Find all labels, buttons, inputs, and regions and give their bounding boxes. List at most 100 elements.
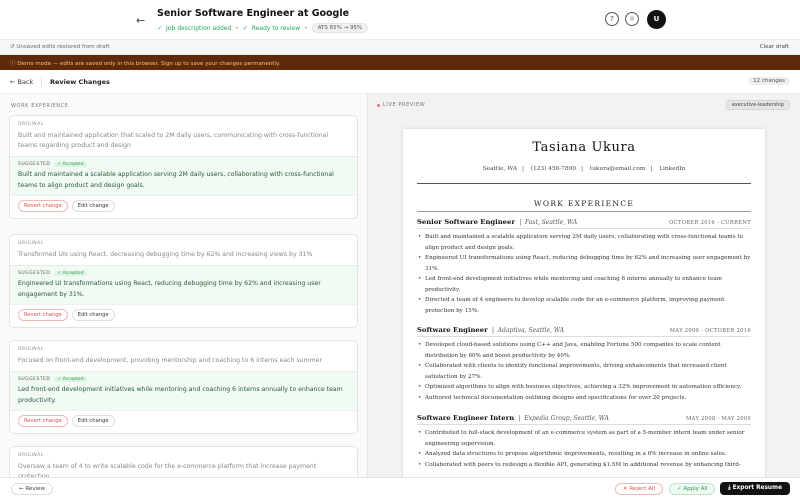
clear-draft-button[interactable]: Clear draft	[760, 44, 789, 50]
reject-all-button[interactable]: ✕ Reject All	[615, 483, 663, 495]
job-bullet: Collaborated with peers to redesign a fl…	[417, 460, 751, 471]
original-text: Oversaw a team of 4 to write scalable co…	[18, 463, 317, 477]
job-role: Software Engineer Intern	[417, 414, 515, 422]
ats-score-badge: ATS 65% → 95%	[311, 23, 369, 33]
resume-location: Seattle, WA	[482, 166, 518, 172]
back-arrow-icon[interactable]: ←	[136, 14, 145, 27]
draft-restored-bar: ↺ Unsaved edits restored from draft Clea…	[0, 40, 800, 55]
export-resume-button[interactable]: ⤓ Export Resume	[720, 482, 791, 495]
suggested-text: Led front-end development initiatives wh…	[18, 386, 343, 404]
download-icon: ⤓	[728, 485, 731, 491]
separator-dot: •	[304, 24, 308, 32]
job-bullet: Collaborated with clients to identify fu…	[417, 361, 751, 382]
suggested-text: Built and maintained a scalable applicat…	[18, 171, 334, 189]
review-button[interactable]: ← Review	[11, 483, 53, 495]
job-bullet: Contributed to full-stack development of…	[417, 428, 751, 449]
resume-phone: (123) 456-7890	[530, 166, 577, 172]
job-bullet: Directed a team of 4 engineers to develo…	[417, 295, 751, 316]
job-company: Fast, Seattle, WA	[525, 219, 578, 226]
change-card: ORIGINAL Oversaw a team of 4 to write sc…	[9, 446, 358, 477]
suggested-text: Engineered UI transformations using Reac…	[18, 280, 321, 298]
demo-mode-text: Demo mode — edits are saved only in this…	[17, 61, 281, 67]
help-icon[interactable]: ?	[605, 12, 619, 26]
job-company: Adaptiva, Seattle, WA	[497, 327, 565, 334]
theme-toggle-icon[interactable]: ☼	[625, 12, 639, 26]
edit-change-button[interactable]: Edit change	[71, 415, 115, 427]
check-icon: ✓	[157, 24, 163, 32]
resume-job: Software Engineer Intern | Expedia Group…	[417, 414, 751, 470]
job-bullet: Led front-end development initiatives wh…	[417, 274, 751, 295]
job-dates: MAY 2008 - MAY 2009	[686, 416, 751, 422]
resume-rule	[417, 183, 751, 184]
job-dates: OCTOBER 2016 - CURRENT	[669, 220, 751, 226]
resume-preview: Tasiana Ukura Seattle, WA | (123) 456-789…	[403, 129, 765, 477]
resume-section-title: WORK EXPERIENCE	[533, 199, 635, 208]
job-bullet: Optimized algorithms to align with busin…	[417, 382, 751, 393]
original-label: ORIGINAL	[18, 347, 44, 352]
separator-dot: •	[235, 24, 239, 32]
warning-icon: ⓘ	[10, 61, 16, 67]
original-text: Transformed UIs using React, decreasing …	[18, 251, 313, 258]
resume-contact: Seattle, WA | (123) 456-7890 | tukura@emai…	[482, 166, 686, 172]
job-role: Software Engineer	[417, 326, 488, 334]
suggested-label: SUGGESTED	[18, 162, 51, 167]
back-button[interactable]: ← Back	[10, 78, 33, 86]
bottom-action-bar: ← Review ✕ Reject All ✓ Apply All ⤓ Expo…	[0, 477, 800, 502]
live-dot-icon	[377, 103, 380, 107]
job-bullet: Analyzed data structures to propose algo…	[417, 449, 751, 460]
change-card: ORIGINAL Focused on front-end developmen…	[9, 340, 358, 434]
original-label: ORIGINAL	[18, 241, 44, 246]
revert-change-button[interactable]: Revert change	[18, 309, 68, 321]
demo-mode-banner: ⓘ Demo mode — edits are saved only in th…	[0, 55, 800, 70]
job-bullet: Engineered UI transformations using Reac…	[417, 253, 751, 274]
job-bullet: Built and maintained a scalable applicat…	[417, 232, 751, 253]
resume-job: Software Engineer | Adaptiva, Seattle, W…	[417, 326, 751, 403]
divider	[41, 77, 42, 87]
original-text: Focused on front-end development, provid…	[18, 357, 322, 364]
back-arrow-icon: ←	[19, 486, 24, 492]
live-preview-panel[interactable]: LIVE PREVIEW executive-leadership Tasian…	[368, 94, 800, 477]
resume-linkedin: LinkedIn	[659, 166, 686, 172]
original-label: ORIGINAL	[18, 122, 44, 127]
change-card: ORIGINAL Built and maintained applicatio…	[9, 115, 358, 219]
original-label: ORIGINAL	[18, 453, 44, 458]
status-ready: Ready to review	[251, 24, 301, 32]
suggested-label: SUGGESTED	[18, 377, 51, 382]
template-selector[interactable]: executive-leadership	[725, 100, 790, 110]
edit-change-button[interactable]: Edit change	[71, 200, 115, 212]
top-header: ← Senior Software Engineer at Google ✓ J…	[0, 0, 800, 40]
revert-change-button[interactable]: Revert change	[18, 200, 68, 212]
resume-name: Tasiana Ukura	[532, 140, 636, 155]
apply-all-button[interactable]: ✓ Apply All	[669, 483, 716, 495]
change-card: ORIGINAL Transformed UIs using React, de…	[9, 234, 358, 328]
back-arrow-icon: ←	[10, 78, 16, 86]
close-icon: ✕	[623, 486, 628, 492]
review-subheader: ← Back Review Changes 12 changes	[0, 70, 800, 94]
changes-list-panel[interactable]: WORK EXPERIENCE ORIGINAL Built and maint…	[0, 94, 368, 477]
job-title: Senior Software Engineer at Google	[157, 8, 350, 19]
accepted-badge: ✓ Accepted	[54, 162, 87, 167]
edit-change-button[interactable]: Edit change	[71, 309, 115, 321]
status-jd-added: Job description added	[166, 24, 232, 32]
accepted-badge: ✓ Accepted	[54, 377, 87, 382]
status-row: ✓ Job description added • ✓ Ready to rev…	[157, 23, 369, 33]
resume-email: tukura@email.com	[589, 166, 646, 172]
job-role: Senior Software Engineer	[417, 218, 515, 226]
check-icon: ✓	[677, 486, 682, 492]
revert-change-button[interactable]: Revert change	[18, 415, 68, 427]
restore-icon: ↺	[10, 44, 15, 50]
changes-count-badge: 12 changes	[748, 77, 790, 85]
job-bullet: Authored technical documentation outlini…	[417, 393, 751, 404]
job-bullet: Developed cloud-based solutions using C+…	[417, 340, 751, 361]
avatar[interactable]: U	[647, 10, 666, 29]
suggested-label: SUGGESTED	[18, 271, 51, 276]
page-title: Review Changes	[50, 78, 110, 86]
original-text: Built and maintained application that sc…	[18, 132, 329, 149]
resume-rule	[417, 211, 751, 212]
section-label: WORK EXPERIENCE	[11, 103, 69, 109]
job-dates: MAY 2009 - OCTOBER 2016	[669, 328, 751, 334]
resume-job: Senior Software Engineer | Fast, Seattle…	[417, 218, 751, 316]
job-company: Expedia Group, Seattle, WA	[524, 415, 610, 422]
draft-restored-text: ↺ Unsaved edits restored from draft	[10, 44, 110, 50]
check-icon: ✓	[242, 24, 248, 32]
